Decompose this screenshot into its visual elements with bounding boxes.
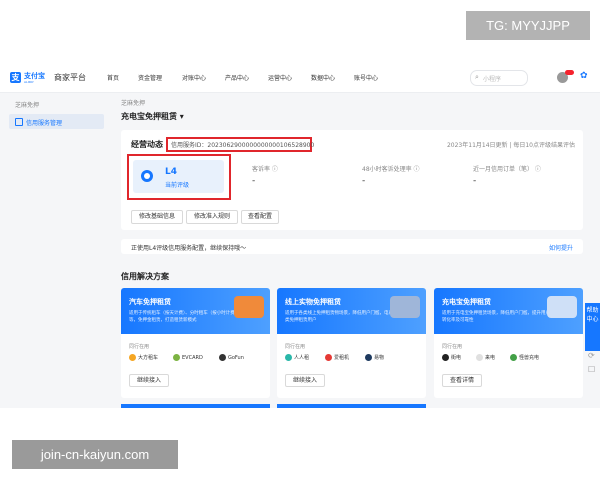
partner-name: 大方租车 xyxy=(138,355,159,361)
partner-name: 爱租机 xyxy=(334,355,350,361)
breadcrumb[interactable]: 芝麻免押 xyxy=(121,98,145,107)
service-id-highlight: 信用服务ID：2023062900000000000106528900 xyxy=(166,137,315,152)
card-desc: 适用于各类线上免押租赁物场景，降低用户门槛，电商类免押租赁用户 xyxy=(285,311,393,323)
edit-access-rules-button[interactable]: 修改准入规则 xyxy=(186,210,238,224)
partner-item: 怪兽充电 xyxy=(510,354,539,361)
brand-sub: ALIPAY xyxy=(24,80,34,84)
continue-button[interactable]: 继续接入 xyxy=(129,374,169,387)
partner-name: EVCARD xyxy=(182,355,203,361)
business-title: 经营动态 xyxy=(131,140,163,149)
sidebar-item-label: 信用服务管理 xyxy=(26,120,63,127)
refresh-icon[interactable]: ⟳ xyxy=(588,351,595,360)
solution-card-powerbank[interactable]: 充电宝免押租赁 适用于充电宝免押租赁场景，降低用户门槛，提升用户转化率及可靠性 … xyxy=(434,288,583,398)
business-card: 经营动态 信用服务ID：2023062900000000000106528900… xyxy=(121,130,583,230)
next-row-card xyxy=(121,404,270,408)
nav-item-funds[interactable]: 资金管理 xyxy=(138,73,162,82)
feedback-icon[interactable]: ☐ xyxy=(588,365,595,374)
partner-name: 来电 xyxy=(485,355,496,361)
improve-link[interactable]: 如何提升 xyxy=(549,243,573,252)
sidebar-item-credit-service[interactable]: 信用服务管理 xyxy=(9,114,104,129)
metric-complaint-rate-label: 客诉率 ⓘ xyxy=(252,166,278,173)
solution-card-car[interactable]: 汽车免押租赁 适用于传统租车（按天计费）、分时租车（按小时计费）等，免押金租赁，… xyxy=(121,288,270,398)
update-info: 2023年11月14日更新 | 每日10点评级结果评估 xyxy=(446,142,575,149)
search-placeholder: 小程序 xyxy=(483,76,502,83)
help-center-button[interactable]: 帮助中心 xyxy=(585,303,600,351)
card-header: 线上实物免押租赁 适用于各类线上免押租赁物场景，降低用户门槛，电商类免押租赁用户 xyxy=(277,288,426,334)
partner-name: 易物 xyxy=(374,355,385,361)
notice-text: 正使用L4评级信用服务配置，继续保持哦～ xyxy=(131,245,247,252)
metric-orders-value: - xyxy=(473,176,477,186)
cloud-icon xyxy=(390,296,420,318)
nav-item-data[interactable]: 数据中心 xyxy=(311,73,335,82)
sidebar-section-title: 芝麻免押 xyxy=(15,102,40,109)
continue-button[interactable]: 继续接入 xyxy=(285,374,325,387)
card-desc: 适用于传统租车（按天计费）、分时租车（按小时计费）等，免押金租赁，打造租赁新模式 xyxy=(129,311,237,323)
view-config-button[interactable]: 查看配置 xyxy=(241,210,279,224)
level-panel: L4 当前评级 xyxy=(133,160,224,193)
card-title: 充电宝免押租赁 xyxy=(442,298,491,306)
metric-handling-rate-value: - xyxy=(362,176,366,186)
partners-label: 同行在用 xyxy=(129,344,150,350)
level-caption: 当前评级 xyxy=(165,182,190,189)
notice-bar: 正使用L4评级信用服务配置，继续保持哦～ 如何提升 xyxy=(121,239,583,254)
level-value: L4 xyxy=(165,167,177,177)
level-highlight: L4 当前评级 xyxy=(127,154,231,200)
partner-name: 怪兽充电 xyxy=(519,355,540,361)
metric-complaint-rate-value: - xyxy=(252,176,256,186)
partner-item: 易物 xyxy=(365,354,384,361)
notification-badge xyxy=(565,70,574,75)
card-header: 充电宝免押租赁 适用于充电宝免押租赁场景，降低用户门槛，提升用户转化率及可靠性 xyxy=(434,288,583,334)
partner-item: 大方租车 xyxy=(129,354,158,361)
card-title: 汽车免押租赁 xyxy=(129,298,171,306)
nav-item-home[interactable]: 首页 xyxy=(107,73,119,82)
search-input[interactable]: ⌕ 小程序 xyxy=(470,70,528,86)
search-icon: ⌕ xyxy=(475,73,479,81)
sidebar: 芝麻免押 信用服务管理 xyxy=(0,93,111,408)
partner-name: 街电 xyxy=(451,355,462,361)
partners-label: 同行在用 xyxy=(442,344,463,350)
partner-item: 街电 xyxy=(442,354,461,361)
merchant-app: 支 支付宝 ALIPAY 商家平台 首页 资金管理 对账中心 产品中心 运营中心… xyxy=(0,64,600,408)
nav-item-reconcile[interactable]: 对账中心 xyxy=(182,73,206,82)
platform-name: 商家平台 xyxy=(54,73,86,82)
next-row-card xyxy=(277,404,426,408)
service-id: 信用服务ID：2023062900000000000106528900 xyxy=(171,142,315,149)
nav-item-account[interactable]: 账号中心 xyxy=(354,73,378,82)
settings-icon[interactable]: ✿ xyxy=(580,71,588,81)
partner-item: EVCARD xyxy=(173,354,203,361)
solutions-title: 信用解决方案 xyxy=(121,272,169,281)
powerbank-icon xyxy=(547,296,577,318)
partner-item: 人人租 xyxy=(285,354,309,361)
nav-item-operations[interactable]: 运营中心 xyxy=(268,73,292,82)
metric-handling-rate-label: 48小时客诉处理率 ⓘ xyxy=(362,166,420,173)
page-title[interactable]: 充电宝免押租赁 ▾ xyxy=(121,111,184,122)
top-bar: 支 支付宝 ALIPAY 商家平台 首页 资金管理 对账中心 产品中心 运营中心… xyxy=(0,64,600,93)
solution-card-online[interactable]: 线上实物免押租赁 适用于各类线上免押租赁物场景，降低用户门槛，电商类免押租赁用户… xyxy=(277,288,426,398)
card-title: 线上实物免押租赁 xyxy=(285,298,341,306)
shield-icon xyxy=(141,170,153,182)
partner-item: 来电 xyxy=(476,354,495,361)
nav-item-products[interactable]: 产品中心 xyxy=(225,73,249,82)
card-desc: 适用于充电宝免押租赁场景，降低用户门槛，提升用户转化率及可靠性 xyxy=(442,311,550,323)
car-icon xyxy=(234,296,264,318)
card-header: 汽车免押租赁 适用于传统租车（按天计费）、分时租车（按小时计费）等，免押金租赁，… xyxy=(121,288,270,334)
alipay-logo-icon: 支 xyxy=(10,72,21,83)
partner-name: GoFun xyxy=(228,355,244,361)
doc-icon xyxy=(15,118,23,126)
partner-name: 人人租 xyxy=(294,355,310,361)
view-details-button[interactable]: 查看详情 xyxy=(442,374,482,387)
partner-item: 爱租机 xyxy=(325,354,349,361)
partners-label: 同行在用 xyxy=(285,344,306,350)
metric-orders-label: 近一月信用订单（笔） ⓘ xyxy=(473,166,541,173)
watermark-top: TG: MYYJJPP xyxy=(466,11,590,40)
partner-item: GoFun xyxy=(219,354,244,361)
edit-basic-info-button[interactable]: 修改基础信息 xyxy=(131,210,183,224)
watermark-bottom: join-cn-kaiyun.com xyxy=(12,440,178,469)
